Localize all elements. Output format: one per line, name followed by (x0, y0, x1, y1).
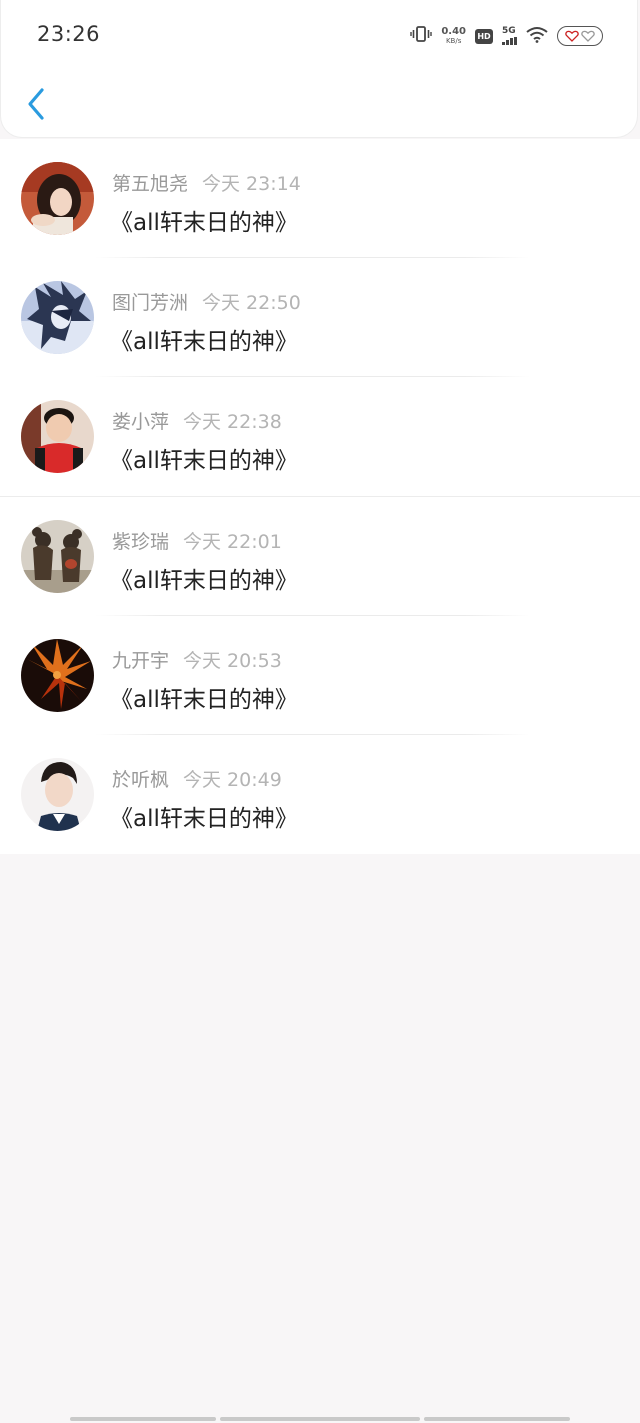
comment-item[interactable]: 紫珍瑞 今天 22:01 《all轩末日的神》 (0, 496, 640, 616)
wifi-icon (526, 26, 548, 47)
chevron-left-icon (28, 88, 44, 120)
top-header: 23:26 0.40 KB/s HD 5G (0, 0, 638, 138)
comment-time: 今天 20:49 (183, 769, 282, 791)
comment-text: 《all轩末日的神》 (110, 687, 298, 713)
avatar[interactable] (21, 400, 94, 473)
comment-time: 今天 22:01 (183, 531, 282, 553)
comment-item[interactable]: 於听枫 今天 20:49 《all轩末日的神》 (0, 735, 640, 854)
comment-time: 今天 22:38 (183, 411, 282, 433)
comment-meta: 图门芳洲 今天 22:50 (112, 288, 301, 315)
comment-username[interactable]: 於听枫 (112, 769, 169, 791)
status-time: 23:26 (37, 22, 101, 46)
network-speed-unit: KB/s (445, 37, 462, 45)
avatar[interactable] (21, 520, 94, 593)
heart-icon (565, 30, 579, 42)
gesture-bar-center (220, 1417, 420, 1421)
comment-time: 今天 22:50 (202, 292, 301, 314)
comment-time: 今天 23:14 (202, 173, 301, 195)
comment-meta: 娄小萍 今天 22:38 (112, 407, 282, 434)
comment-username[interactable]: 九开宇 (112, 650, 169, 672)
comment-username[interactable]: 紫珍瑞 (112, 531, 169, 553)
comment-meta: 紫珍瑞 今天 22:01 (112, 527, 282, 554)
comment-text: 《all轩末日的神》 (110, 806, 298, 832)
hd-icon: HD (475, 28, 493, 44)
vibrate-icon (410, 25, 433, 47)
avatar[interactable] (21, 639, 94, 712)
signal-5g-label: 5G (502, 26, 516, 36)
comment-username[interactable]: 图门芳洲 (112, 292, 188, 314)
avatar[interactable] (21, 281, 94, 354)
comment-meta: 九开宇 今天 20:53 (112, 646, 282, 673)
comment-meta: 於听枫 今天 20:49 (112, 765, 282, 792)
gesture-bar-right (424, 1417, 570, 1421)
comment-text: 《all轩末日的神》 (110, 448, 298, 474)
avatar[interactable] (21, 758, 94, 831)
comment-item[interactable]: 娄小萍 今天 22:38 《all轩末日的神》 (0, 377, 640, 496)
comment-item[interactable]: 第五旭尧 今天 23:14 《all轩末日的神》 (0, 139, 640, 258)
comment-item[interactable]: 九开宇 今天 20:53 《all轩末日的神》 (0, 616, 640, 735)
comment-time: 今天 20:53 (183, 650, 282, 672)
signal-5g-icon: 5G (502, 27, 517, 45)
status-icons: 0.40 KB/s HD 5G (410, 24, 603, 48)
comment-meta: 第五旭尧 今天 23:14 (112, 169, 301, 196)
comment-item[interactable]: 图门芳洲 今天 22:50 《all轩末日的神》 (0, 258, 640, 377)
comment-text: 《all轩末日的神》 (110, 568, 298, 594)
back-button[interactable] (21, 84, 51, 124)
avatar[interactable] (21, 162, 94, 235)
gesture-bar-left (70, 1417, 216, 1421)
battery-icon (557, 26, 603, 46)
network-speed: 0.40 KB/s (441, 27, 466, 45)
comment-username[interactable]: 第五旭尧 (112, 173, 188, 195)
network-speed-value: 0.40 (441, 26, 466, 37)
comment-text: 《all轩末日的神》 (110, 329, 298, 355)
comment-list: 第五旭尧 今天 23:14 《all轩末日的神》 图门芳洲 今天 22:50 《al… (0, 139, 640, 854)
comment-username[interactable]: 娄小萍 (112, 411, 169, 433)
heart-outline-icon (581, 30, 595, 42)
comment-text: 《all轩末日的神》 (110, 210, 298, 236)
